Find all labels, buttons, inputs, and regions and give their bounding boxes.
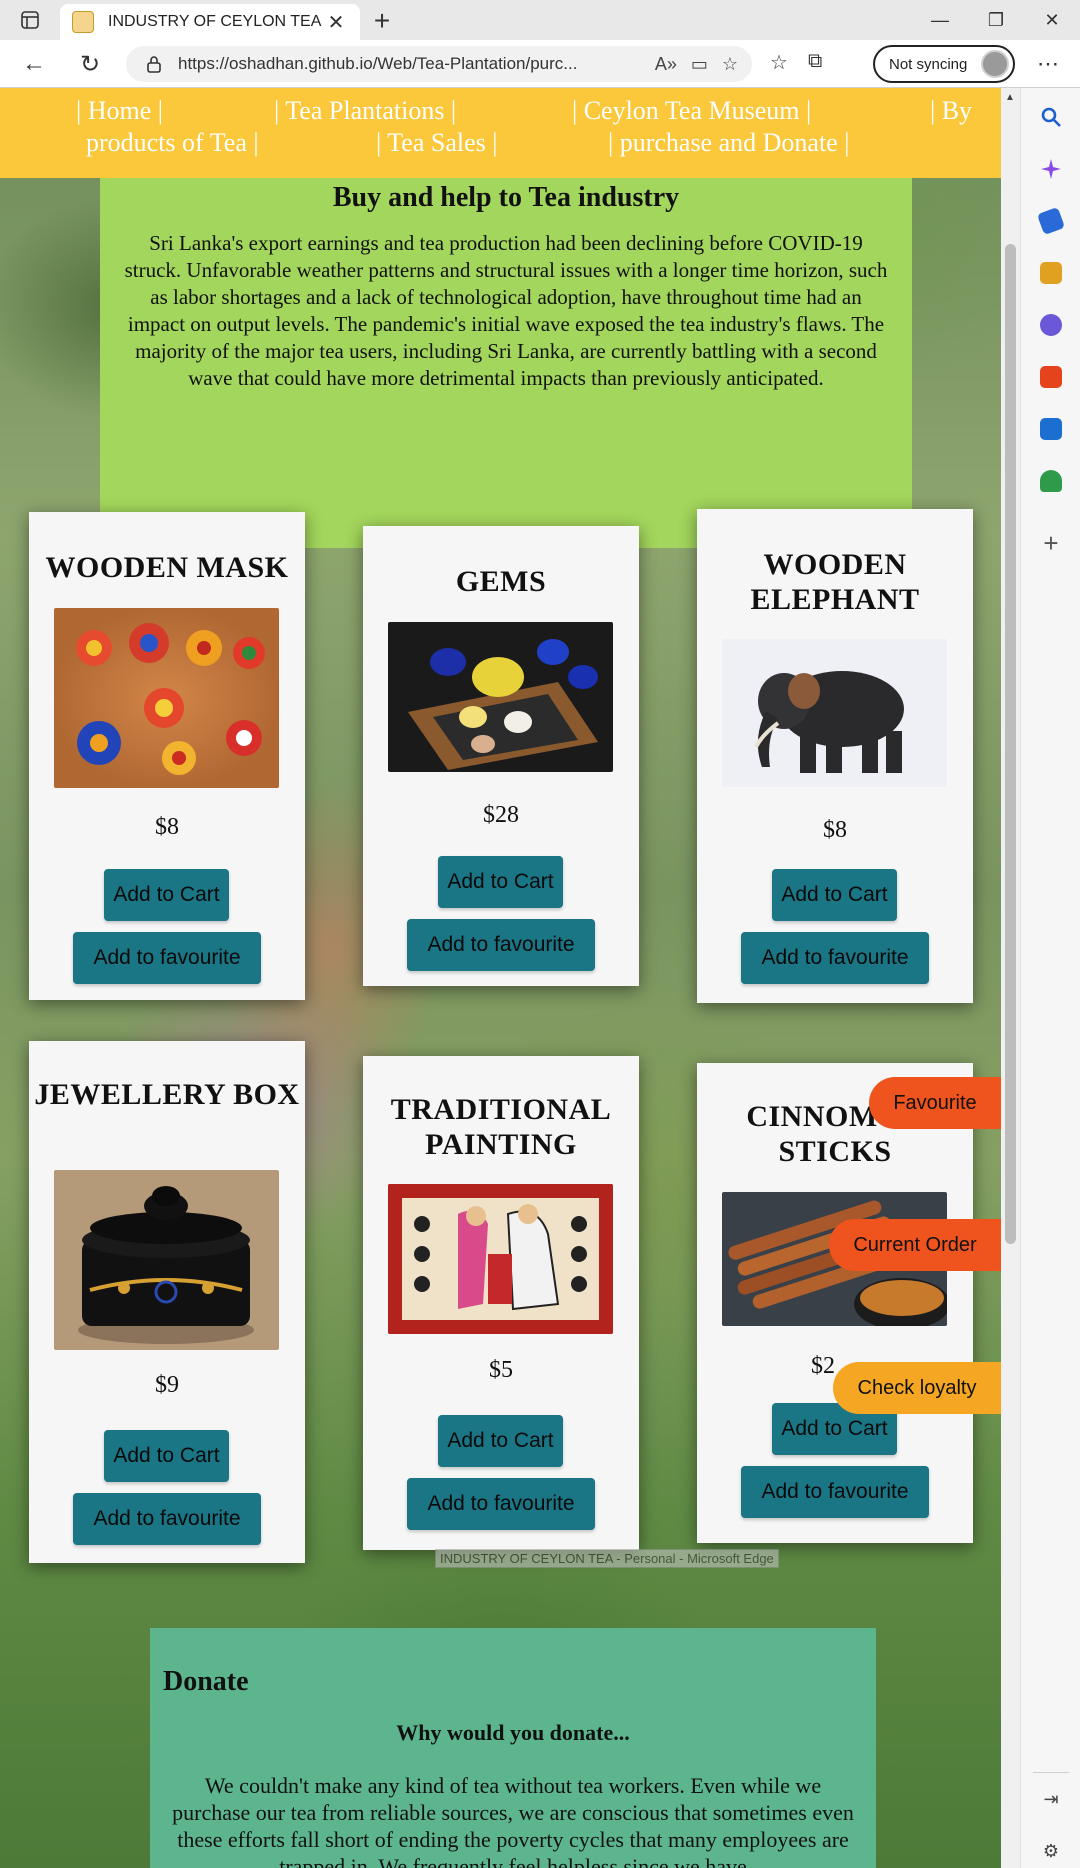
nav-tea-plantations[interactable]: | Tea Plantations | <box>274 96 456 126</box>
product-card-wooden-elephant: WOODEN ELEPHANT $8 Add to Cart Add to fa… <box>697 509 973 1003</box>
window-tooltip: INDUSTRY OF CEYLON TEA - Personal - Micr… <box>435 1549 779 1568</box>
reader-view-icon[interactable]: ▭ <box>691 54 708 75</box>
product-price: $9 <box>155 1372 179 1398</box>
add-favorite-icon[interactable]: ☆ <box>722 54 738 75</box>
window-controls: — ❐ ✕ <box>912 0 1080 40</box>
add-sidebar-app-icon[interactable]: + <box>1040 528 1062 559</box>
nav-tea-sales[interactable]: | Tea Sales | <box>376 128 497 158</box>
tab-actions-icon[interactable] <box>14 8 46 32</box>
check-loyalty-float-button[interactable]: Check loyalty <box>833 1362 1001 1414</box>
avatar <box>981 50 1009 78</box>
product-title: JEWELLERY BOX <box>34 1078 300 1111</box>
back-icon[interactable]: ← <box>16 48 52 80</box>
edge-sidebar: + ⇥ ⚙ <box>1020 88 1080 1868</box>
product-price: $2 <box>811 1353 835 1379</box>
new-tab-icon[interactable]: + <box>366 5 398 36</box>
product-title: WOODEN MASK <box>45 551 289 584</box>
close-tab-icon[interactable]: ✕ <box>324 10 348 35</box>
add-to-cart-button[interactable]: Add to Cart <box>772 869 897 921</box>
product-card-gems: GEMS $28 Add to Cart Add to favourite <box>363 526 639 986</box>
current-order-float-button[interactable]: Current Order <box>829 1219 1001 1271</box>
favourite-float-button[interactable]: Favourite <box>869 1077 1001 1129</box>
product-card-jewellery-box: JEWELLERY BOX $9 Add to Cart Add to favo… <box>29 1041 305 1563</box>
intro-body: Sri Lanka's export earnings and tea prod… <box>124 231 888 390</box>
gems-image <box>388 622 613 772</box>
intro-section: Buy and help to Tea industry Sri Lanka's… <box>100 178 912 548</box>
add-to-favourite-button[interactable]: Add to favourite <box>73 1493 261 1545</box>
add-to-favourite-button[interactable]: Add to favourite <box>407 919 595 971</box>
product-title: TRADITIONAL PAINTING <box>390 1093 612 1161</box>
search-icon[interactable] <box>1040 106 1062 128</box>
nav-ceylon-tea-museum[interactable]: | Ceylon Tea Museum | <box>572 96 811 126</box>
hide-sidebar-icon[interactable]: ⇥ <box>1040 1788 1062 1810</box>
collections-icon[interactable]: ⧉ <box>808 50 822 75</box>
page-viewport: | Home | | Tea Plantations | | Ceylon Te… <box>0 88 1020 1868</box>
donate-subtitle: Why would you donate... <box>396 1720 630 1745</box>
more-options-icon[interactable]: ⋯ <box>1030 48 1066 80</box>
product-title: GEMS <box>455 565 547 598</box>
close-window-icon[interactable]: ✕ <box>1024 0 1080 40</box>
donate-body: We couldn't make any kind of tea without… <box>172 1773 854 1868</box>
add-to-favourite-button[interactable]: Add to favourite <box>407 1478 595 1530</box>
gear-icon[interactable]: ⚙ <box>1040 1840 1062 1862</box>
tree-icon[interactable] <box>1040 470 1062 492</box>
copilot-icon[interactable] <box>1040 158 1062 180</box>
minimize-icon[interactable]: — <box>912 0 968 40</box>
product-price: $8 <box>155 814 179 840</box>
outlook-icon[interactable] <box>1040 418 1062 440</box>
office-icon[interactable] <box>1040 366 1062 388</box>
donate-section: Donate Why would you donate... We couldn… <box>150 1628 876 1868</box>
wooden-mask-image <box>54 608 279 788</box>
add-to-favourite-button[interactable]: Add to favourite <box>741 932 929 984</box>
intro-title: Buy and help to Tea industry <box>332 182 680 213</box>
favorites-icon[interactable]: ☆ <box>770 50 788 75</box>
scroll-thumb[interactable] <box>1005 244 1016 1244</box>
nav-home[interactable]: | Home | <box>76 96 163 126</box>
nav-by-products-start[interactable]: | By <box>930 96 972 126</box>
product-title: WOODEN ELEPHANT <box>750 548 920 616</box>
jewellery-box-image <box>54 1170 279 1350</box>
product-card-cinnamon-sticks: CINNOMON STICKS $2 Add to Cart Add to fa… <box>697 1063 973 1543</box>
product-price: $8 <box>823 817 847 843</box>
read-aloud-icon[interactable]: A» <box>655 54 677 75</box>
lock-icon <box>147 56 161 73</box>
nav-by-products-end[interactable]: products of Tea | <box>86 128 259 158</box>
add-to-cart-button[interactable]: Add to Cart <box>438 856 563 908</box>
address-toolbar: ← ↻ https://oshadhan.github.io/Web/Tea-P… <box>0 40 1080 88</box>
sidebar-divider <box>1033 1772 1069 1773</box>
add-to-cart-button[interactable]: Add to Cart <box>104 869 229 921</box>
sync-label: Not syncing <box>889 55 968 73</box>
product-card-traditional-painting: TRADITIONAL PAINTING $5 Add to Cart Add … <box>363 1056 639 1550</box>
site-nav: | Home | | Tea Plantations | | Ceylon Te… <box>0 88 1001 178</box>
tab-title: INDUSTRY OF CEYLON TEA <box>108 13 322 30</box>
browser-titlebar: INDUSTRY OF CEYLON TEA ✕ + — ❐ ✕ <box>0 0 1080 40</box>
url-field[interactable]: https://oshadhan.github.io/Web/Tea-Plant… <box>126 46 752 82</box>
add-to-favourite-button[interactable]: Add to favourite <box>741 1466 929 1518</box>
product-price: $5 <box>489 1357 513 1383</box>
browser-tab[interactable]: INDUSTRY OF CEYLON TEA ✕ <box>60 4 360 40</box>
traditional-painting-image <box>388 1184 613 1334</box>
scroll-up-icon[interactable]: ▲ <box>1005 92 1015 103</box>
shopping-tag-icon[interactable] <box>1036 206 1066 236</box>
nav-purchase-and-donate[interactable]: | purchase and Donate | <box>608 128 849 158</box>
page-scrollbar[interactable]: ▲ <box>1001 88 1020 1868</box>
add-to-cart-button[interactable]: Add to Cart <box>438 1415 563 1467</box>
restore-icon[interactable]: ❐ <box>968 0 1024 40</box>
add-to-favourite-button[interactable]: Add to favourite <box>73 932 261 984</box>
profile-sync-button[interactable]: Not syncing <box>873 45 1015 83</box>
add-to-cart-button[interactable]: Add to Cart <box>104 1430 229 1482</box>
url-text: https://oshadhan.github.io/Web/Tea-Plant… <box>178 54 578 73</box>
tea-favicon-icon <box>72 11 94 33</box>
product-card-wooden-mask: WOODEN MASK $8 Add to Cart Add to favour… <box>29 512 305 1000</box>
donate-title: Donate <box>163 1666 249 1697</box>
refresh-icon[interactable]: ↻ <box>72 48 108 80</box>
product-price: $28 <box>483 802 519 828</box>
games-icon[interactable] <box>1040 314 1062 336</box>
tools-icon[interactable] <box>1040 262 1062 284</box>
wooden-elephant-image <box>722 639 947 787</box>
